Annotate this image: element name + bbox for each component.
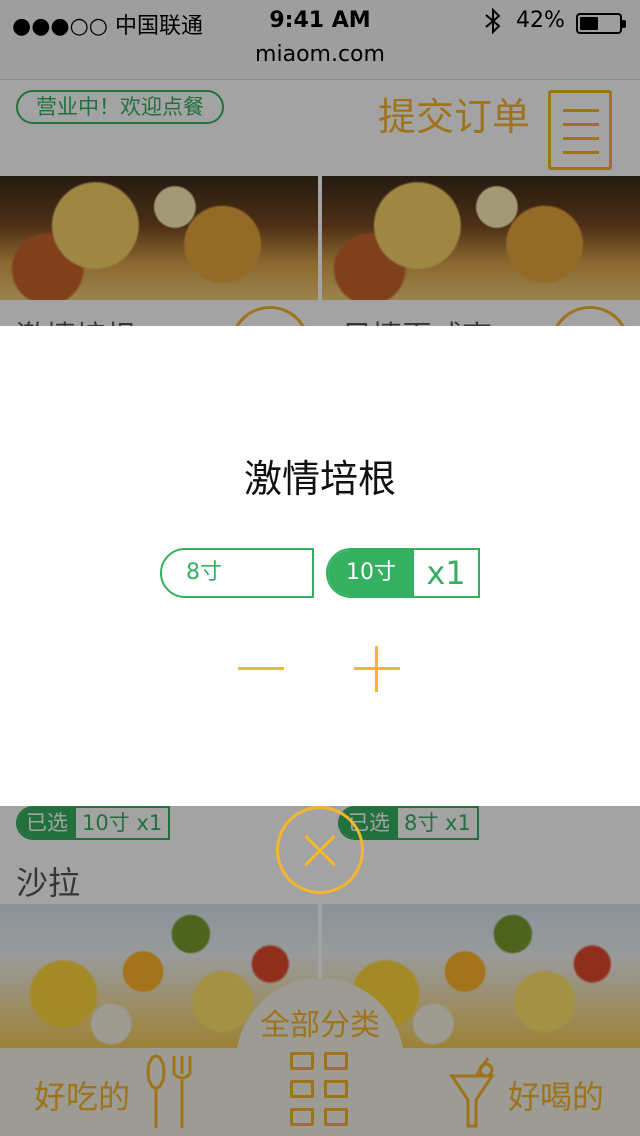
quantity-decrease-button[interactable] <box>238 646 284 692</box>
size-option-8[interactable]: 8寸 <box>160 548 314 598</box>
size-option-10[interactable]: 10寸 x1 <box>326 548 480 598</box>
screen: ●●●○○ 中国联通 9:41 AM 42% miaom.com 营业中！欢迎点… <box>0 0 640 1136</box>
size-picker-modal: 激情培根 8寸 10寸 x1 <box>0 326 640 806</box>
modal-title: 激情培根 <box>243 457 396 501</box>
size-option-10-label: 10寸 <box>328 550 414 596</box>
quantity-increase-button[interactable] <box>354 646 400 692</box>
close-modal-button[interactable] <box>276 806 364 894</box>
size-option-10-qty: x1 <box>426 554 466 592</box>
